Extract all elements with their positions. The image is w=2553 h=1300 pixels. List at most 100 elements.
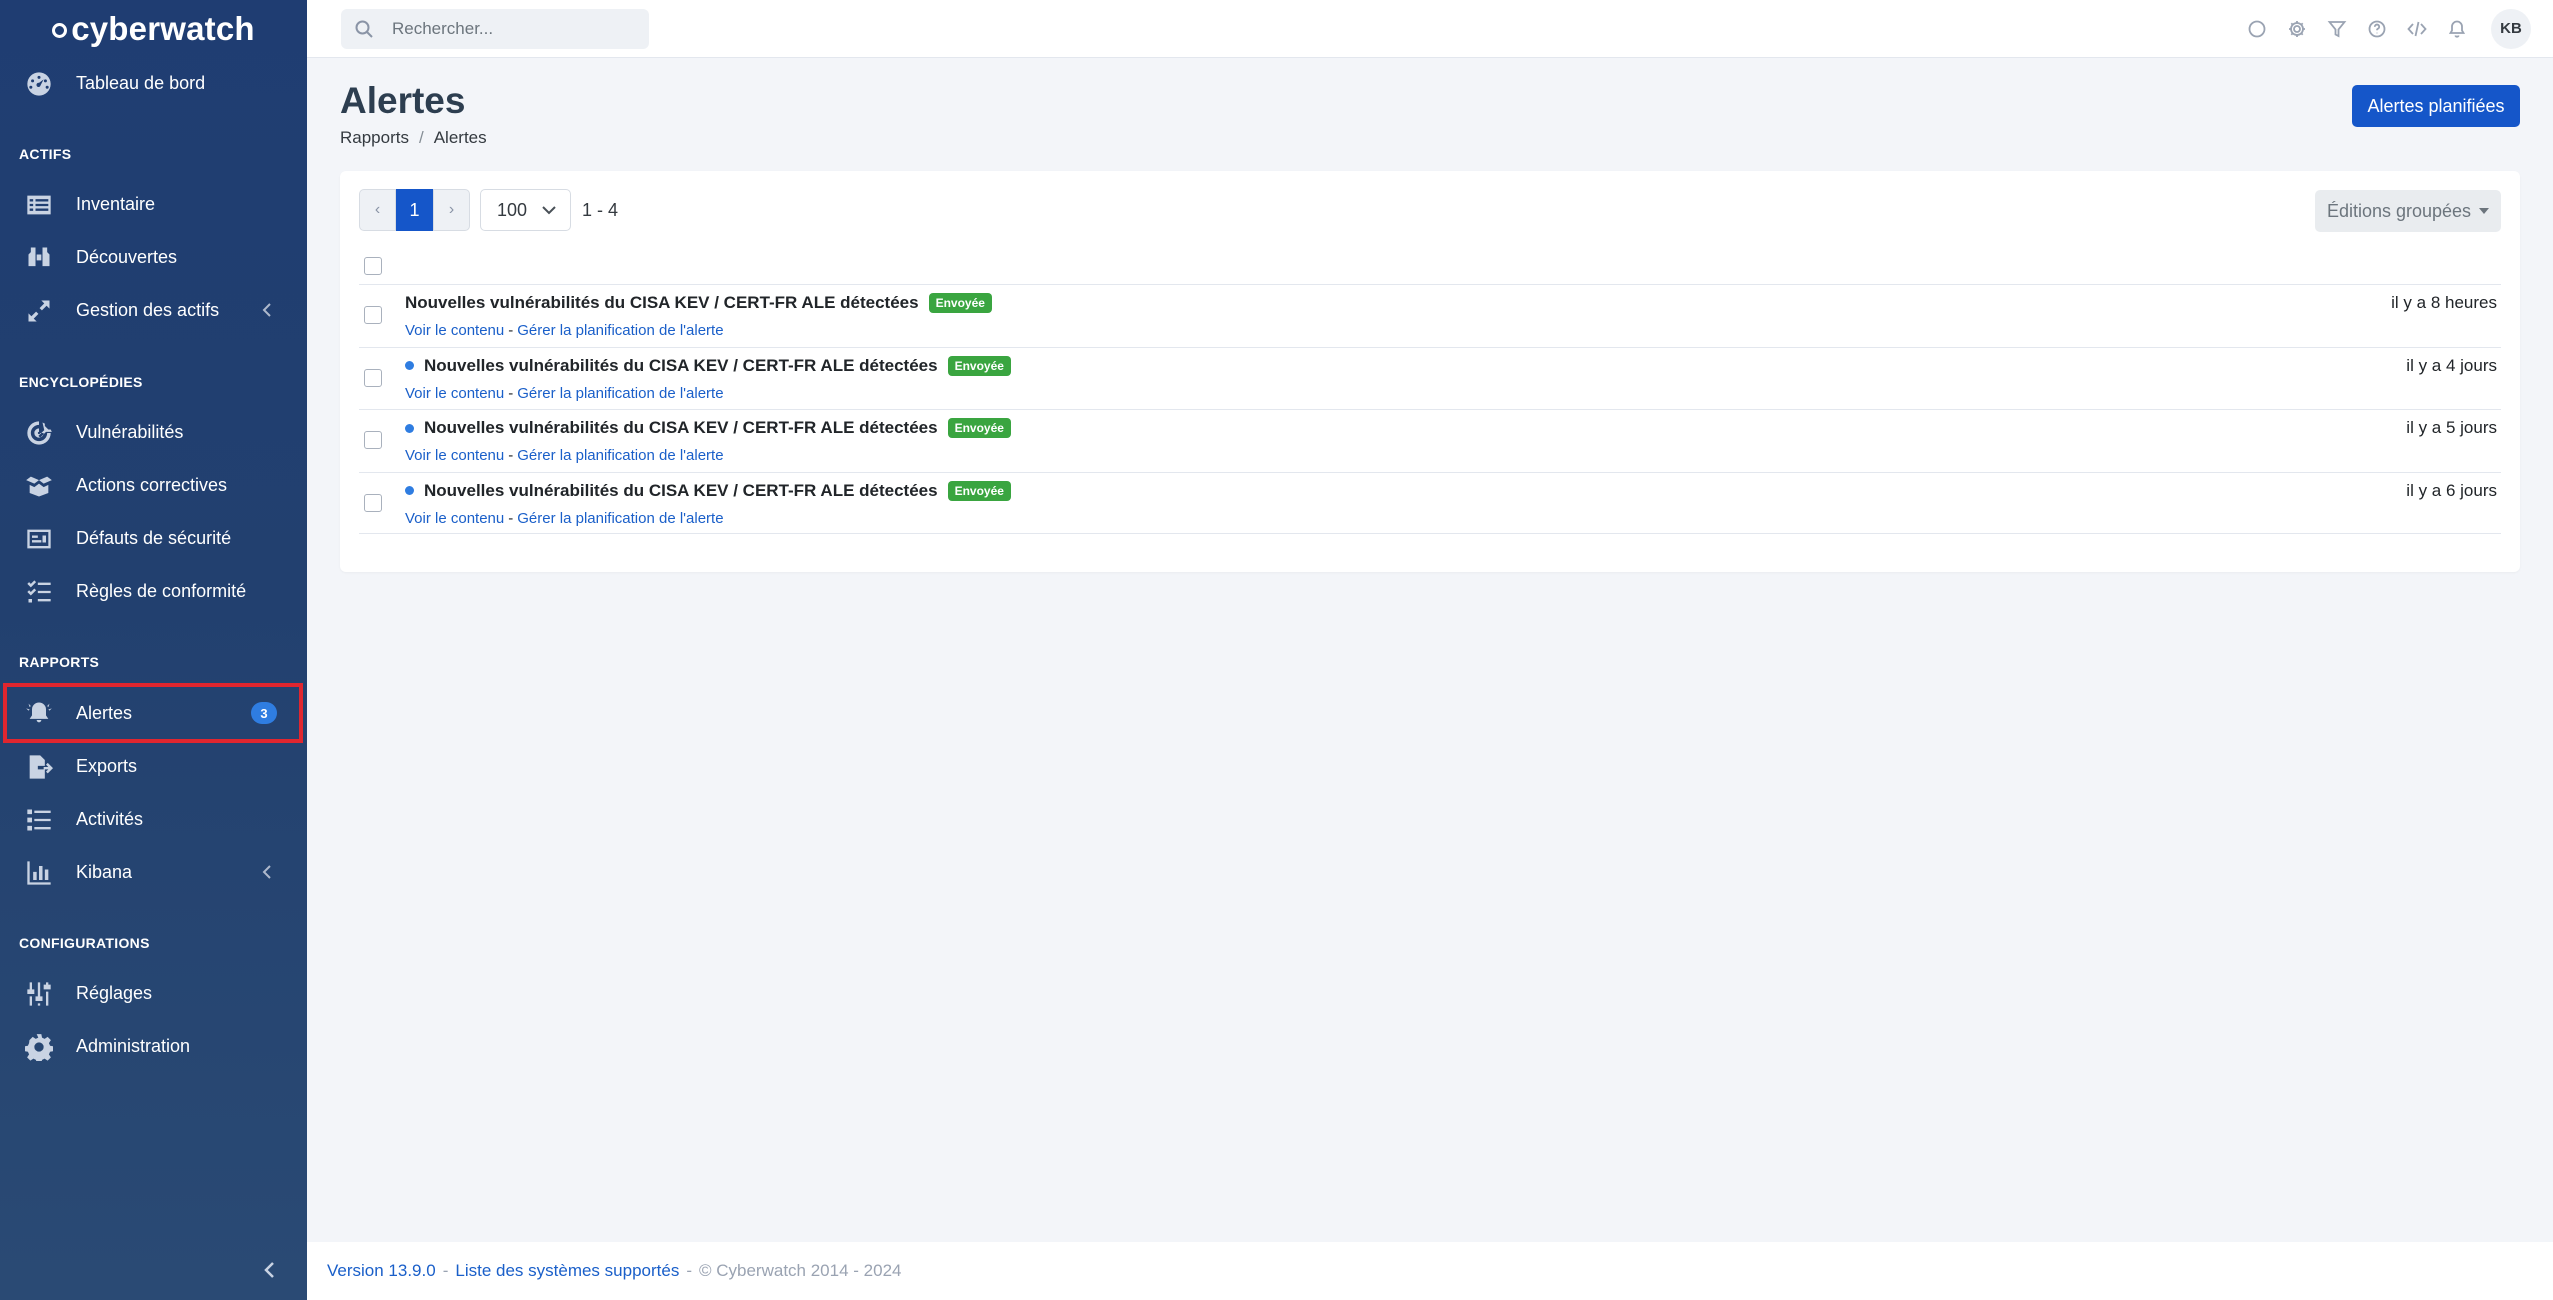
sidebar-item-activites[interactable]: Activités [0,793,307,846]
search-icon [354,19,374,39]
alert-title[interactable]: Nouvelles vulnérabilités du CISA KEV / C… [405,293,919,313]
sidebar-item-decouvertes[interactable]: Découvertes [0,231,307,284]
avatar[interactable]: KB [2491,8,2531,49]
alert-time: il y a 6 jours [2406,480,2497,500]
supported-systems-link[interactable]: Liste des systèmes supportés [455,1261,679,1281]
row-checkbox[interactable] [364,431,382,449]
section-title-rapports: RAPPORTS [19,654,100,670]
alert-title-line: Nouvelles vulnérabilités du CISA KEV / C… [405,293,992,313]
footer: Version 13.9.0 - Liste des systèmes supp… [307,1242,2553,1300]
row-checkbox[interactable] [364,493,382,512]
alert-links: Voir le contenu - Gérer la planification d… [405,447,724,464]
alert-title[interactable]: Nouvelles vulnérabilités du CISA KEV / C… [424,356,938,376]
sidebar-item-inventaire[interactable]: Inventaire [0,178,307,231]
section-title-encyclopedies: ENCYCLOPÉDIES [19,374,143,390]
version-link[interactable]: Version 13.9.0 [327,1261,436,1281]
alert-title[interactable]: Nouvelles vulnérabilités du CISA KEV / C… [424,418,938,438]
sidebar-item-actions-correctives[interactable]: Actions correctives [0,459,307,512]
view-content-link[interactable]: Voir le contenu [405,447,504,464]
row-checkbox[interactable] [364,368,382,387]
sidebar-item-regles-conformite[interactable]: Règles de conformité [0,565,307,618]
sidebar-item-alertes[interactable]: Alertes 3 [3,683,303,743]
sidebar-item-administration[interactable]: Administration [0,1020,307,1073]
view-content-link[interactable]: Voir le contenu [405,322,504,339]
topbar: KB [307,0,2553,58]
alert-title-line: Nouvelles vulnérabilités du CISA KEV / C… [405,418,1011,438]
filter-icon[interactable] [2317,9,2357,49]
alert-time: il y a 5 jours [2406,418,2497,437]
collapse-sidebar-icon[interactable] [258,1258,280,1282]
sidebar-item-label: Règles de conformité [76,581,247,601]
link-separator: - [508,509,514,527]
alert-links: Voir le contenu - Gérer la planification d… [405,385,724,402]
alert-title-line: Nouvelles vulnérabilités du CISA KEV / C… [405,355,1011,376]
bulk-actions-button[interactable]: Éditions groupées [2315,190,2501,232]
list-icon [21,191,57,219]
unread-dot-icon [405,423,414,433]
logo-mark-icon [52,23,68,38]
chart-icon [21,859,57,887]
sidebar-item-defauts-securite[interactable]: Défauts de sécurité [0,512,307,565]
manage-schedule-link[interactable]: Gérer la planification de l'alerte [517,385,723,402]
breadcrumb: Rapports / Alertes [340,128,487,148]
page-1-button[interactable]: 1 [396,189,433,231]
link-separator: - [508,384,514,402]
copyright: © Cyberwatch 2014 - 2024 [699,1261,902,1280]
search-input[interactable] [392,19,632,39]
circle-icon[interactable] [2237,9,2277,49]
status-badge: Envoyée [947,355,1011,376]
manage-schedule-link[interactable]: Gérer la planification de l'alerte [517,447,723,464]
sidebar-item-label: Découvertes [76,247,178,267]
list-item: Nouvelles vulnérabilités du CISA KEV / C… [359,346,2501,410]
id-card-icon [21,525,57,553]
scheduled-alerts-button[interactable]: Alertes planifiées [2352,85,2520,127]
per-page-select[interactable]: 100 [480,189,571,231]
alerts-count-badge: 3 [251,702,277,724]
list-item: Nouvelles vulnérabilités du CISA KEV / C… [359,409,2501,472]
select-all-checkbox[interactable] [364,257,382,275]
manage-schedule-link[interactable]: Gérer la planification de l'alerte [517,322,723,339]
list-item: Nouvelles vulnérabilités du CISA KEV / C… [359,471,2501,534]
list-item: Nouvelles vulnérabilités du CISA KEV / C… [359,284,2501,347]
sidebar-item-dashboard[interactable]: Tableau de bord [0,57,307,110]
manage-schedule-link[interactable]: Gérer la planification de l'alerte [517,510,723,527]
sidebar-item-label: Administration [76,1036,191,1056]
sidebar-item-label: Vulnérabilités [76,422,184,442]
sidebar-item-label: Kibana [76,862,133,882]
sidebar-item-kibana[interactable]: Kibana [0,846,307,899]
search-box[interactable] [341,9,649,49]
chevron-left-icon[interactable] [258,861,276,883]
alerts-list: Nouvelles vulnérabilités du CISA KEV / C… [359,284,2501,534]
next-page-button[interactable]: › [433,189,470,231]
sidebar-item-gestion-actifs[interactable]: Gestion des actifs [0,284,307,337]
prev-page-button[interactable]: ‹ [359,189,396,231]
bell-icon[interactable] [2437,9,2477,49]
unread-dot-icon [405,361,414,370]
chevron-left-icon[interactable] [258,299,276,321]
tasks-list-icon [21,806,57,834]
alert-title[interactable]: Nouvelles vulnérabilités du CISA KEV / C… [424,481,938,501]
box-open-icon [21,472,57,500]
row-checkbox[interactable] [364,306,382,324]
gear-icon[interactable] [2277,9,2317,49]
view-content-link[interactable]: Voir le contenu [405,385,504,402]
section-title-actifs: ACTIFS [19,146,72,162]
alert-links: Voir le contenu - Gérer la planification d… [405,322,724,339]
binoculars-icon [21,244,57,272]
breadcrumb-link-rapports[interactable]: Rapports [340,128,409,148]
alerts-card: ‹ 1 › 100 1 - 4 Éditions groupées Nouvel… [340,171,2520,572]
help-icon[interactable] [2357,9,2397,49]
sidebar-item-exports[interactable]: Exports [0,740,307,793]
sidebar-item-vulnerabilites[interactable]: Vulnérabilités [0,406,307,459]
sidebar-item-reglages[interactable]: Réglages [0,967,307,1020]
sidebar-item-label: Tableau de bord [76,73,206,93]
brand-logo[interactable]: cyberwatch [0,0,307,57]
breadcrumb-current: Alertes [433,128,487,147]
target-icon [21,419,57,447]
view-content-link[interactable]: Voir le contenu [405,510,504,527]
code-icon[interactable] [2397,9,2437,49]
chevron-down-icon [542,206,556,215]
alert-time: il y a 8 heures [2391,293,2497,312]
sliders-icon [21,980,57,1008]
per-page-value: 100 [497,199,528,220]
